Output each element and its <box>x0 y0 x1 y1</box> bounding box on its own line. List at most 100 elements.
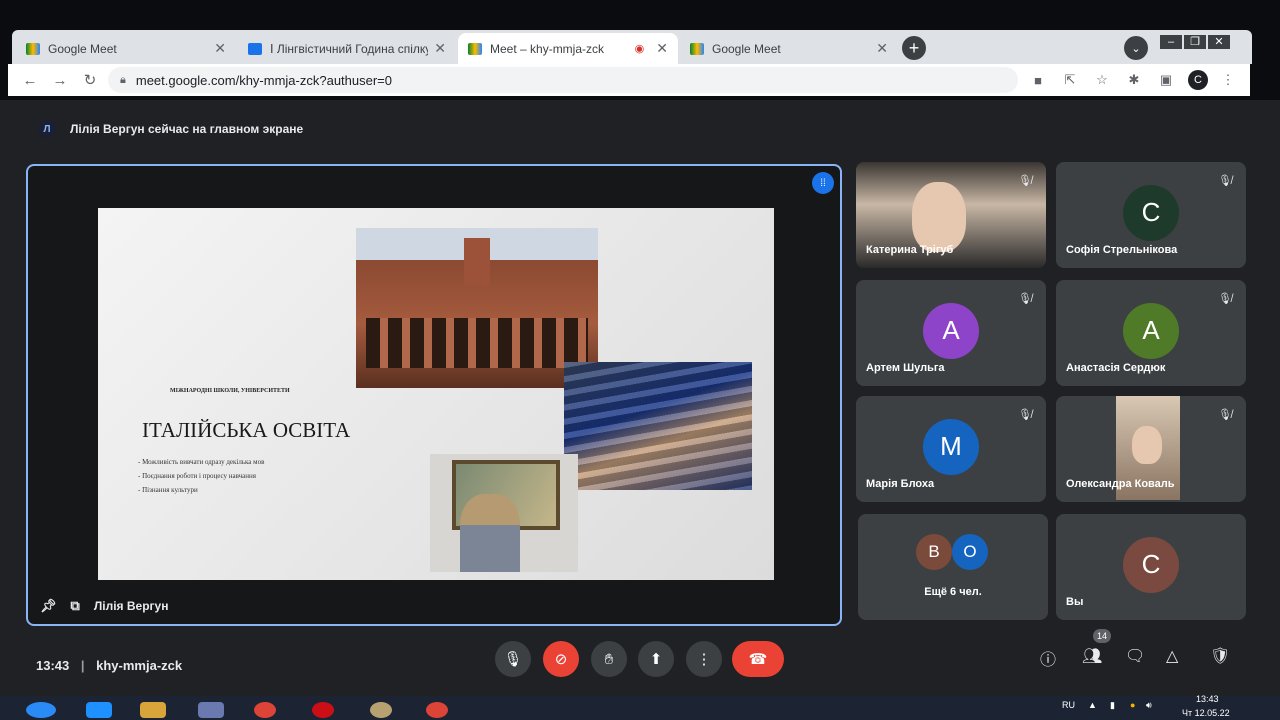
tab-search-icon[interactable]: ⌄ <box>1124 36 1148 60</box>
slide-title: ІТАЛІЙСЬКА ОСВІТА <box>142 418 351 442</box>
presenter-name: Лілія Вергун <box>93 599 169 613</box>
profile-initial: C <box>1194 74 1202 86</box>
pin-icon[interactable]: 📌︎ <box>40 598 57 614</box>
participant-name: Катерина Трігуб <box>866 244 954 256</box>
participant-tile[interactable]: А 🎙︎̸ Анастасія Сердюк <box>1056 280 1246 386</box>
stage-footer: 📌︎ ⧉ Лілія Вергун <box>28 588 840 624</box>
network-icon[interactable]: ▮ <box>1110 700 1115 711</box>
tab-title: Ⅰ Лінгвістичний Година спілкува <box>270 41 429 56</box>
media-player-icon[interactable] <box>198 702 224 718</box>
url-text: meet.google.com/khy-mmja-zck?authuser=0 <box>135 72 392 88</box>
participant-tile[interactable]: А 🎙︎̸ Артем Шульга <box>856 280 1046 386</box>
lock-icon[interactable]: 🔒︎ <box>120 74 126 87</box>
microphone-button[interactable]: 🎙︎ <box>495 641 531 677</box>
mic-off-icon: 🎙︎̸ <box>1218 409 1232 421</box>
new-tab-button[interactable]: + <box>902 36 926 60</box>
presenter-initial: Л <box>43 123 51 135</box>
opera-icon[interactable] <box>312 702 334 718</box>
meeting-code: khy-mmja-zck <box>96 658 183 673</box>
camera-off-button[interactable]: ⊘ <box>543 641 579 677</box>
bookmark-star-icon[interactable]: ☆ <box>1090 72 1114 88</box>
forward-icon[interactable]: → <box>48 72 72 89</box>
presentation-stage[interactable]: ⁞⁞ МІЖНАРОДНІ ШКОЛИ, УНІВЕРСИТЕТИ ІТАЛІЙ… <box>26 164 842 626</box>
leave-call-button[interactable]: ☎︎ <box>732 641 784 677</box>
new-tab-label: + <box>908 37 920 58</box>
participant-avatar: А <box>1123 302 1179 359</box>
profile-avatar[interactable]: C <box>1188 70 1208 90</box>
participant-avatar: В <box>916 534 952 570</box>
mic-off-icon: 🎙︎̸ <box>1018 409 1032 421</box>
tab-title: Meet – khy-mmja-zck <box>490 41 605 56</box>
host-controls-icon[interactable]: 🛡︎ <box>1210 646 1230 666</box>
start-button-icon[interactable] <box>26 702 56 718</box>
university-courtyard-image <box>356 228 598 388</box>
close-tab-icon[interactable]: ✕ <box>876 40 888 57</box>
participant-avatar: О <box>952 534 988 570</box>
tab-google-meet-2[interactable]: Google Meet ✕ <box>680 33 898 64</box>
close-tab-icon[interactable]: ✕ <box>214 40 226 57</box>
close-tab-icon[interactable]: ✕ <box>434 40 446 57</box>
participant-tile-video[interactable]: 🎙︎̸ Катерина Трігуб <box>856 162 1046 268</box>
avatar-initial: С <box>1141 549 1161 580</box>
slide-bullet: - Можливість вивчати одразу декілька мов <box>138 458 265 466</box>
meeting-details-icon[interactable]: ⓘ <box>1040 646 1056 670</box>
people-icon[interactable]: 👥︎ <box>1082 646 1102 666</box>
self-tile[interactable]: С Вы <box>1056 514 1246 620</box>
participant-tile[interactable]: М 🎙︎̸ Марія Блоха <box>856 396 1046 502</box>
side-panel-icon[interactable]: ▣ <box>1154 72 1178 88</box>
ie-icon[interactable] <box>86 702 112 718</box>
slide-bullet: - Поєднання роботи і процесу навчання <box>138 472 257 480</box>
share-icon[interactable]: ⇱ <box>1058 72 1082 88</box>
participant-tile-video[interactable]: 🎙︎̸ Олександра Коваль <box>1056 396 1246 502</box>
mic-off-icon: 🎙︎̸ <box>1018 175 1032 187</box>
volume-icon[interactable]: 🔊︎ <box>1146 700 1152 711</box>
language-indicator[interactable]: RU <box>1062 700 1075 710</box>
recording-dot-icon: ◉ <box>634 43 645 55</box>
back-icon[interactable]: ← <box>18 72 42 89</box>
address-bar[interactable]: 🔒︎ meet.google.com/khy-mmja-zck?authuser… <box>108 67 1018 93</box>
tab-title: Google Meet <box>48 41 117 56</box>
meet-favicon-icon <box>26 42 40 55</box>
tab-title: Google Meet <box>712 41 781 56</box>
viewer-figure <box>460 494 520 572</box>
maximize-icon[interactable]: ❐ <box>1184 35 1206 49</box>
meet-favicon-icon <box>468 42 482 55</box>
hand-icon: ✋︎ <box>604 650 614 668</box>
present-now-button[interactable]: ⬆ <box>638 641 674 677</box>
raise-hand-button[interactable]: ✋︎ <box>591 641 627 677</box>
camera-in-use-icon[interactable]: ■ <box>1026 73 1050 88</box>
more-options-button[interactable]: ⋮ <box>686 641 722 677</box>
file-explorer-icon[interactable] <box>140 702 166 718</box>
present-screen-icon: ⧉ <box>70 598 80 613</box>
extensions-icon[interactable]: ✱ <box>1122 72 1146 88</box>
taskbar-time: 13:43 <box>1196 694 1219 704</box>
minimize-icon[interactable]: – <box>1160 35 1182 49</box>
app-icon[interactable] <box>370 702 392 718</box>
participant-name: Артем Шульга <box>866 362 945 374</box>
browser-menu-icon[interactable]: ⋮ <box>1216 72 1240 88</box>
chrome-icon[interactable] <box>254 702 276 718</box>
tab-linguistic[interactable]: Ⅰ Лінгвістичний Година спілкува ✕ <box>238 33 456 64</box>
chat-icon[interactable]: 🗨︎ <box>1125 646 1145 666</box>
chrome-icon[interactable] <box>426 702 448 718</box>
reload-icon[interactable]: ↻ <box>78 71 102 89</box>
taskbar-date: Чт 12.05.22 <box>1182 708 1230 718</box>
shared-slide: МІЖНАРОДНІ ШКОЛИ, УНІВЕРСИТЕТИ ІТАЛІЙСЬК… <box>98 208 774 580</box>
present-icon: ⬆ <box>649 651 663 668</box>
activities-icon[interactable]: △ <box>1166 646 1178 666</box>
speaking-indicator-icon: ⁞⁞ <box>812 172 834 194</box>
participant-tile[interactable]: С 🎙︎̸ Софія Стрельнікова <box>1056 162 1246 268</box>
meeting-info: 13:43 | khy-mmja-zck <box>36 658 182 673</box>
more-participants-label: Ещё 6 чел. <box>924 586 982 598</box>
self-label: Вы <box>1066 596 1084 608</box>
more-participants-tile[interactable]: В О Ещё 6 чел. <box>858 514 1048 620</box>
close-tab-icon[interactable]: ✕ <box>656 40 668 57</box>
calendar-favicon-icon <box>248 42 262 55</box>
screen: Google Meet ✕ Ⅰ Лінгвістичний Година спі… <box>0 0 1280 720</box>
tab-meet-active[interactable]: Meet – khy-mmja-zck ◉ ✕ <box>458 33 678 64</box>
close-window-icon[interactable]: ✕ <box>1208 35 1230 49</box>
tray-app-icon[interactable]: ● <box>1130 700 1135 710</box>
participant-name: Олександра Коваль <box>1066 478 1175 490</box>
tray-expand-icon[interactable]: ▲ <box>1088 700 1097 710</box>
tab-google-meet-1[interactable]: Google Meet ✕ <box>16 33 236 64</box>
